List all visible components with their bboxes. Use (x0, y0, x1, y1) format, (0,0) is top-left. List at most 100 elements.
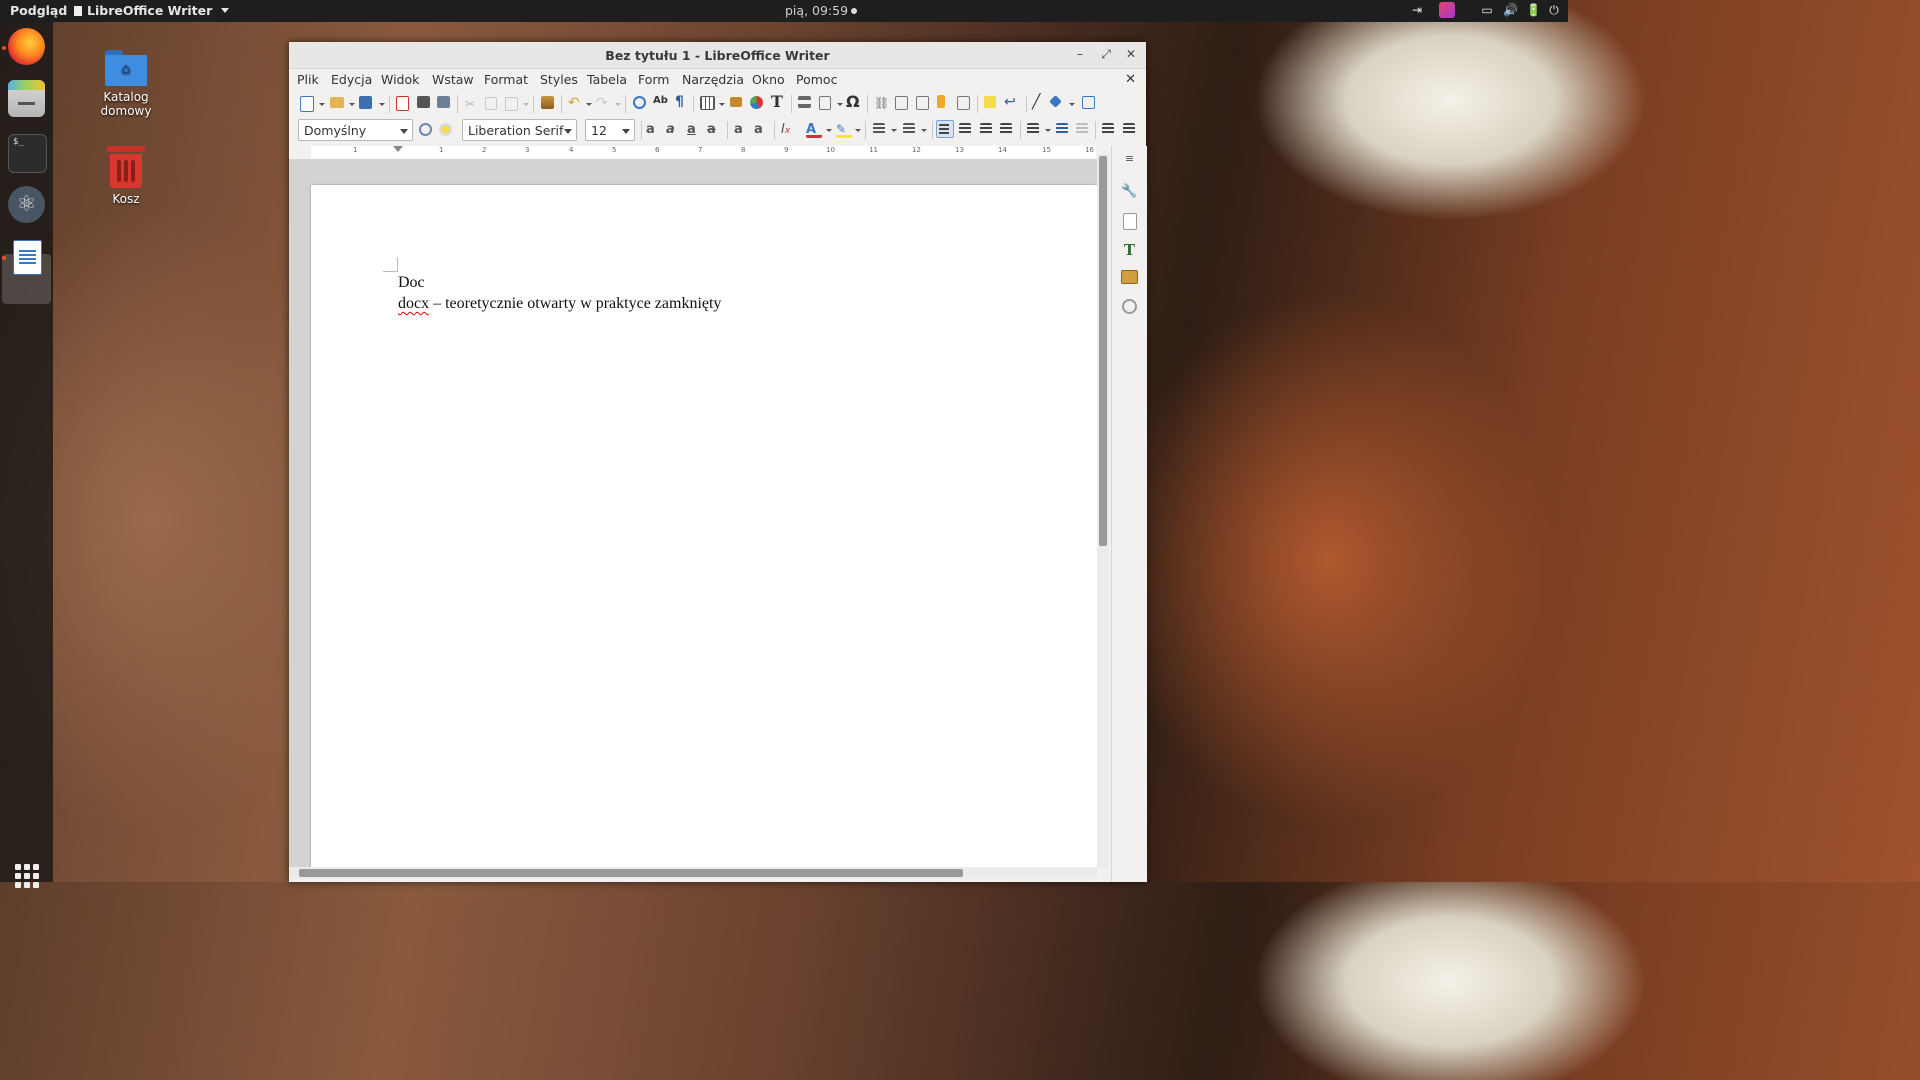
insert-textbox-icon[interactable]: T (771, 92, 787, 111)
logout-arrow-icon[interactable]: ⇥ (1410, 3, 1424, 17)
styles-icon[interactable]: T (1121, 241, 1138, 259)
undo-icon[interactable]: ↶ (568, 96, 584, 112)
minimize-button[interactable]: – (1072, 46, 1088, 62)
font-color-dropdown-icon[interactable] (826, 129, 832, 132)
sidebar-menu-icon[interactable]: ≡ (1121, 152, 1138, 169)
navigator-compass-icon[interactable] (1122, 299, 1137, 314)
highlight-icon[interactable]: ✎ (836, 122, 852, 138)
line-spacing-dropdown-icon[interactable] (1045, 129, 1051, 132)
misspelled-word[interactable]: docx (398, 295, 429, 312)
print-icon[interactable] (417, 96, 430, 108)
clock[interactable]: pią, 09:59 (785, 3, 858, 18)
table-dropdown-icon[interactable] (719, 103, 725, 106)
new-dropdown-icon[interactable] (319, 103, 325, 106)
numbered-list-icon[interactable] (903, 123, 915, 134)
shapes-dropdown-icon[interactable] (1069, 103, 1075, 106)
decrease-indent-icon[interactable] (1123, 123, 1135, 134)
increase-paragraph-spacing-icon[interactable] (1056, 123, 1068, 134)
new-document-icon[interactable] (300, 96, 314, 112)
open-folder-icon[interactable] (330, 97, 344, 108)
open-dropdown-icon[interactable] (349, 103, 355, 106)
font-name-combo[interactable]: Liberation Serif (462, 119, 577, 141)
insert-chart-icon[interactable] (750, 96, 763, 109)
bullet-list-icon[interactable] (873, 123, 885, 134)
align-left-icon[interactable] (936, 120, 954, 138)
files-icon[interactable] (8, 80, 45, 117)
bookmark-icon[interactable] (937, 95, 945, 108)
show-applications-icon[interactable] (15, 864, 39, 888)
menu-widok[interactable]: Widok (381, 72, 419, 87)
power-icon[interactable]: ⏻ (1547, 3, 1561, 17)
save-dropdown-icon[interactable] (379, 103, 385, 106)
menu-edycja[interactable]: Edycja (331, 72, 372, 87)
comment-icon[interactable] (984, 96, 996, 108)
export-pdf-icon[interactable] (396, 96, 409, 111)
horizontal-scroll-thumb[interactable] (299, 869, 963, 877)
save-icon[interactable] (359, 96, 372, 109)
menu-okno[interactable]: Okno (752, 72, 785, 87)
display-icon[interactable]: ▭ (1480, 3, 1494, 17)
menu-pomoc[interactable]: Pomoc (796, 72, 837, 87)
undo-dropdown-icon[interactable] (586, 103, 592, 106)
vertical-scrollbar[interactable] (1097, 154, 1109, 867)
vertical-scroll-thumb[interactable] (1099, 156, 1107, 546)
endnote-icon[interactable] (916, 96, 929, 110)
atom-icon[interactable]: ⚛ (8, 186, 45, 223)
battery-icon[interactable]: 🔋 (1526, 3, 1541, 17)
underline-icon[interactable]: a (687, 122, 703, 138)
basic-shapes-icon[interactable] (1049, 95, 1062, 108)
firefox-icon[interactable] (8, 28, 45, 65)
menu-form[interactable]: Form (638, 72, 670, 87)
document-page[interactable]: Doc docx – teoretycznie otwarty w prakty… (311, 185, 1097, 867)
track-changes-icon[interactable]: ↩ (1004, 94, 1020, 110)
menu-tabela[interactable]: Tabela (587, 72, 627, 87)
align-right-icon[interactable] (980, 123, 992, 134)
gallery-icon[interactable] (1121, 270, 1138, 284)
paragraph-2[interactable]: docx – teoretycznie otwarty w praktyce z… (398, 295, 721, 313)
titlebar[interactable]: Bez tytułu 1 - LibreOffice Writer – ⤢ ✕ (289, 42, 1146, 69)
app-menu[interactable]: LibreOffice Writer (74, 3, 229, 18)
page-icon[interactable] (1123, 213, 1137, 230)
insert-image-icon[interactable] (730, 97, 742, 107)
paragraph-style-combo[interactable]: Domyślny (298, 119, 413, 141)
subscript-icon[interactable]: a (754, 122, 770, 138)
superscript-icon[interactable]: a (734, 122, 750, 138)
volume-icon[interactable]: 🔊 (1503, 3, 1518, 17)
bold-icon[interactable]: a (646, 122, 662, 138)
field-dropdown-icon[interactable] (837, 103, 843, 106)
font-size-combo[interactable]: 12 (585, 119, 635, 141)
horizontal-scrollbar[interactable] (289, 867, 1097, 879)
close-document-icon[interactable]: ✕ (1125, 72, 1136, 87)
hyperlink-icon[interactable]: ⛓ (874, 96, 890, 112)
clear-formatting-icon[interactable]: Ix (781, 122, 797, 138)
insert-field-icon[interactable] (819, 96, 831, 110)
close-button[interactable]: ✕ (1123, 46, 1139, 62)
menu-styles[interactable]: Styles (540, 72, 578, 87)
italic-icon[interactable]: a (666, 122, 682, 138)
navigator-icon[interactable] (1082, 96, 1095, 109)
menu-plik[interactable]: Plik (297, 72, 319, 87)
writer-icon[interactable] (13, 240, 42, 275)
activities-button[interactable]: Podgląd (10, 3, 67, 18)
line-spacing-icon[interactable] (1027, 123, 1039, 134)
special-character-icon[interactable]: Ω (846, 92, 862, 111)
strikethrough-icon[interactable]: a (707, 122, 723, 138)
bullet-dropdown-icon[interactable] (891, 129, 897, 132)
desktop-icon-home[interactable]: ⌂ Katalog domowy (81, 50, 171, 118)
menu-format[interactable]: Format (484, 72, 528, 87)
maximize-button[interactable]: ⤢ (1098, 46, 1114, 62)
justify-icon[interactable] (1000, 123, 1012, 134)
numbered-dropdown-icon[interactable] (921, 129, 927, 132)
line-icon[interactable]: ╱ (1032, 94, 1048, 110)
find-replace-icon[interactable] (633, 96, 646, 109)
increase-indent-icon[interactable] (1102, 123, 1114, 134)
indent-marker-icon[interactable] (393, 146, 403, 152)
highlight-dropdown-icon[interactable] (855, 129, 861, 132)
formatting-marks-icon[interactable]: ¶ (675, 94, 691, 110)
properties-wrench-icon[interactable]: 🔧 (1121, 184, 1138, 201)
insert-table-icon[interactable] (700, 96, 715, 110)
clone-formatting-icon[interactable] (541, 96, 554, 109)
new-style-icon[interactable] (439, 123, 452, 136)
page-break-icon[interactable] (798, 96, 811, 108)
menu-wstaw[interactable]: Wstaw (432, 72, 474, 87)
